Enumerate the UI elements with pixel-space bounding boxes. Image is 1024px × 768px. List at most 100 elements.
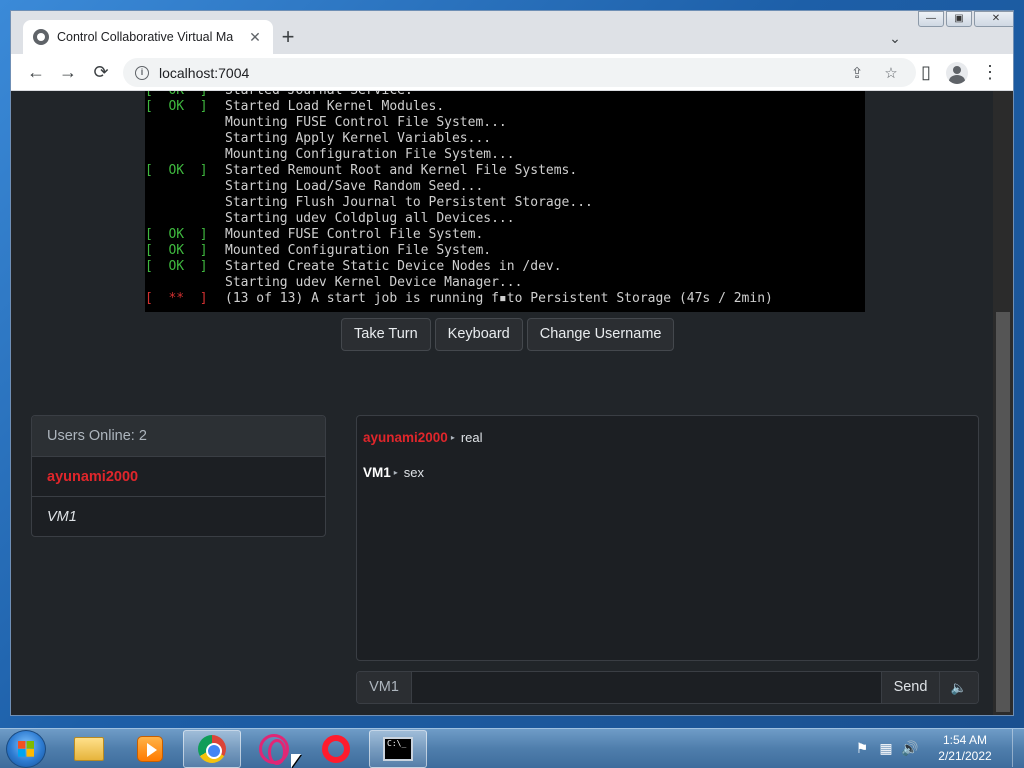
user-list-item[interactable]: VM1 xyxy=(32,497,325,536)
console-status-badge: [ OK ] xyxy=(145,259,225,275)
console-line-text: Started Remount Root and Kernel File Sys… xyxy=(225,163,578,178)
menu-kebab-icon[interactable]: ⋮ xyxy=(977,60,1003,86)
system-clock[interactable]: 1:54 AM 2/21/2022 xyxy=(922,732,1008,764)
tab-search-chevron-icon[interactable]: ⌄ xyxy=(883,27,907,51)
console-status-badge: [ OK ] xyxy=(145,91,225,99)
show-desktop-button[interactable] xyxy=(1012,729,1024,767)
console-status-badge xyxy=(145,147,225,163)
sound-toggle-icon[interactable]: 🔈 xyxy=(939,672,978,703)
keyboard-button[interactable]: Keyboard xyxy=(434,318,523,351)
bookmark-star-icon[interactable]: ☆ xyxy=(878,64,904,82)
chat-message-input[interactable] xyxy=(412,672,881,703)
console-line-text: Mounted Configuration File System. xyxy=(225,243,492,258)
start-button-windows-icon[interactable] xyxy=(6,730,46,768)
vm-display[interactable]: [ OK ] Started Journal Service. [ OK ] Star… xyxy=(145,91,865,312)
clock-time: 1:54 AM xyxy=(942,733,988,747)
console-line: Starting Apply Kernel Variables... xyxy=(145,131,773,147)
scrollbar-thumb[interactable] xyxy=(996,312,1010,712)
console-line-text: Starting udev Kernel Device Manager... xyxy=(225,275,523,290)
opera-icon xyxy=(322,735,350,763)
console-status-text: [ OK ] xyxy=(145,227,208,242)
forward-arrow-icon[interactable]: → xyxy=(55,60,81,86)
chat-arrow-icon: ▸ xyxy=(393,467,398,477)
users-online-panel: Users Online: 2 ayunami2000 VM1 xyxy=(31,415,326,537)
vm-controls: Take Turn Keyboard Change Username xyxy=(341,318,678,351)
take-turn-button[interactable]: Take Turn xyxy=(341,318,431,351)
address-bar[interactable]: i localhost:7004 ⇪ ☆ xyxy=(123,58,916,87)
share-icon[interactable]: ⇪ xyxy=(844,64,870,82)
console-line-text: Started Journal Service. xyxy=(225,91,413,99)
console-status-text: [ OK ] xyxy=(145,99,208,114)
profile-button[interactable] xyxy=(944,60,970,86)
user-list-item[interactable]: ayunami2000 xyxy=(32,457,325,497)
clock-date: 2/21/2022 xyxy=(938,749,992,763)
taskbar-command-prompt[interactable]: C:\_ xyxy=(369,730,427,768)
address-url[interactable]: localhost:7004 xyxy=(159,65,836,81)
taskbar-chrome[interactable] xyxy=(183,730,241,768)
page-scrollbar[interactable] xyxy=(993,91,1013,715)
new-tab-button[interactable]: + xyxy=(275,25,301,51)
chat-message: VM1 ▸ sex xyxy=(357,451,978,486)
chat-username-label: VM1 xyxy=(357,672,412,703)
taskbar-opera[interactable] xyxy=(307,730,365,768)
command-prompt-icon: C:\_ xyxy=(383,737,413,761)
console-status-badge xyxy=(145,131,225,147)
console-status-badge: [ OK ] xyxy=(145,227,225,243)
send-button[interactable]: Send xyxy=(881,672,939,703)
console-status-badge: [ OK ] xyxy=(145,243,225,259)
taskbar-explorer[interactable] xyxy=(60,730,118,768)
console-status-badge xyxy=(145,195,225,211)
window-controls: — ▣ ✕ xyxy=(916,11,1013,27)
side-panel-icon[interactable]: ▯ xyxy=(913,60,939,86)
console-status-badge: [ OK ] xyxy=(145,163,225,179)
chat-message-text: sex xyxy=(403,464,425,480)
change-username-button[interactable]: Change Username xyxy=(526,318,675,351)
volume-icon[interactable]: 🔊 xyxy=(899,737,921,759)
console-status-text: [ OK ] xyxy=(145,243,208,258)
action-center-flag-icon[interactable]: ⚑ xyxy=(851,737,873,759)
browser-window: Control Collaborative Virtual Ma ✕ + ⌄ —… xyxy=(10,10,1014,716)
console-line: [ OK ] Mounted Configuration File System. xyxy=(145,243,773,259)
console-line-text: Starting Flush Journal to Persistent Sto… xyxy=(225,195,593,210)
chat-username: ayunami2000 xyxy=(363,429,448,445)
taskbar-media-player[interactable] xyxy=(121,730,179,768)
console-line: Starting Flush Journal to Persistent Sto… xyxy=(145,195,773,211)
window-close-button[interactable]: ✕ xyxy=(974,11,1013,27)
chat-input-group: VM1 Send 🔈 xyxy=(356,671,979,704)
console-status-text: [ OK ] xyxy=(145,91,208,98)
page-content: [ OK ] Started Journal Service. [ OK ] Star… xyxy=(11,91,993,715)
console-line: Starting udev Kernel Device Manager... xyxy=(145,275,773,291)
network-icon[interactable]: ▦ xyxy=(875,737,897,759)
chat-arrow-icon: ▸ xyxy=(450,432,455,442)
reload-icon[interactable]: ⟳ xyxy=(88,60,114,86)
browser-toolbar: ← → ⟳ i localhost:7004 ⇪ ☆ ▯ ⋮ xyxy=(11,54,1013,91)
chat-message: ayunami2000 ▸ real xyxy=(357,416,978,451)
console-line: Mounting Configuration File System... xyxy=(145,147,773,163)
profile-avatar-icon xyxy=(946,62,968,84)
console-line: [ OK ] Started Create Static Device Nodes… xyxy=(145,259,773,275)
console-line: [ OK ] Mounted FUSE Control File System. xyxy=(145,227,773,243)
console-line: [ OK ] Started Journal Service. xyxy=(145,91,773,99)
chrome-icon xyxy=(198,735,226,763)
browser-tab[interactable]: Control Collaborative Virtual Ma ✕ xyxy=(23,20,273,54)
globe-icon xyxy=(33,29,49,45)
info-icon[interactable]: i xyxy=(135,65,149,80)
tab-close-icon[interactable]: ✕ xyxy=(247,29,263,46)
console-line: Mounting FUSE Control File System... xyxy=(145,115,773,131)
console-status-badge xyxy=(145,211,225,227)
boot-console: [ OK ] Started Journal Service. [ OK ] Star… xyxy=(145,91,773,307)
console-status-badge: [ OK ] xyxy=(145,99,225,115)
console-status-badge: [ ** ] xyxy=(145,291,225,307)
console-line-text: Starting Apply Kernel Variables... xyxy=(225,131,492,146)
console-status-badge xyxy=(145,275,225,291)
system-tray: ⚑ ▦ 🔊 1:54 AM 2/21/2022 xyxy=(850,729,1024,767)
console-status-badge xyxy=(145,115,225,131)
back-arrow-icon[interactable]: ← xyxy=(23,60,49,86)
chat-log: ayunami2000 ▸ real VM1 ▸ sex xyxy=(356,415,979,661)
console-line-text: (13 of 13) A start job is running f▪to P… xyxy=(225,291,773,306)
tab-title: Control Collaborative Virtual Ma xyxy=(57,30,234,44)
maximize-button[interactable]: ▣ xyxy=(946,11,972,27)
mouse-cursor-icon xyxy=(291,754,301,768)
console-status-text: [ OK ] xyxy=(145,259,208,274)
minimize-button[interactable]: — xyxy=(918,11,944,27)
